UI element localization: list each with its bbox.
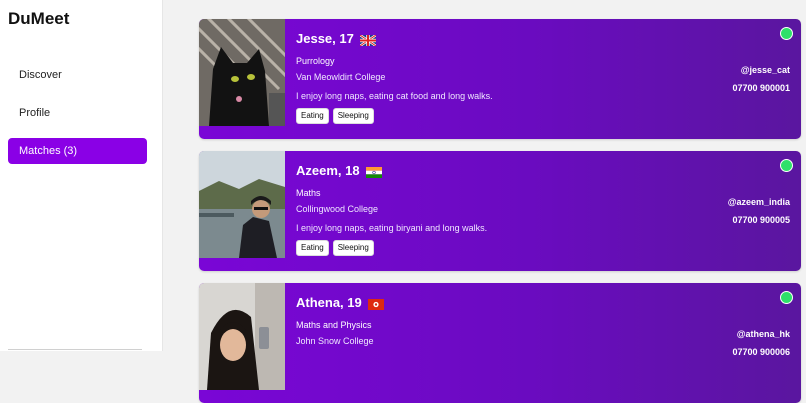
interest-tag: Eating: [296, 240, 329, 256]
online-status-icon: [780, 159, 793, 172]
match-card-azeem[interactable]: Azeem, 18 Maths Collingwood College I en…: [199, 151, 801, 271]
nav-item-discover[interactable]: Discover: [8, 62, 147, 88]
match-course: Purrology: [296, 56, 335, 66]
match-card-athena[interactable]: Athena, 19 Maths and Physics John Snow C…: [199, 283, 801, 403]
match-phone: 07700 900006: [732, 347, 790, 357]
uk-flag-icon: [359, 33, 377, 47]
match-phone: 07700 900001: [732, 83, 790, 93]
app-title: DuMeet: [8, 9, 70, 28]
interest-tags: Eating Sleeping: [296, 240, 374, 256]
profile-photo-person: [199, 283, 285, 390]
match-handle[interactable]: @jesse_cat: [741, 65, 790, 75]
match-name: Athena, 19: [296, 295, 362, 310]
match-handle[interactable]: @athena_hk: [737, 329, 790, 339]
match-bio: I enjoy long naps, eating biryani and lo…: [296, 223, 488, 233]
match-name: Jesse, 17: [296, 31, 354, 46]
match-card-jesse[interactable]: Jesse, 17 Purrology Van Meowldirt Colleg…: [199, 19, 801, 139]
online-status-icon: [780, 27, 793, 40]
match-bio: I enjoy long naps, eating cat food and l…: [296, 91, 493, 101]
match-phone: 07700 900005: [732, 215, 790, 225]
india-flag-icon: [365, 165, 382, 178]
match-course: Maths and Physics: [296, 320, 372, 330]
match-course: Maths: [296, 188, 321, 198]
match-handle[interactable]: @azeem_india: [728, 197, 790, 207]
match-college: Van Meowldirt College: [296, 72, 386, 82]
interest-tag: Sleeping: [332, 240, 374, 256]
divider: [8, 349, 142, 350]
hong-kong-flag-icon: [367, 297, 384, 310]
match-name: Azeem, 18: [296, 163, 360, 178]
match-college: Collingwood College: [296, 204, 379, 214]
interest-tag: Eating: [296, 108, 329, 124]
sidebar: DuMeet Discover Profile Matches (3): [0, 0, 163, 351]
nav-item-profile[interactable]: Profile: [8, 100, 147, 126]
match-college: John Snow College: [296, 336, 374, 346]
nav-item-matches[interactable]: Matches (3): [8, 138, 147, 164]
profile-photo-person: [199, 151, 285, 258]
online-status-icon: [780, 291, 793, 304]
interest-tags: Eating Sleeping: [296, 108, 374, 124]
profile-photo-cat: [199, 19, 285, 126]
interest-tag: Sleeping: [332, 108, 374, 124]
